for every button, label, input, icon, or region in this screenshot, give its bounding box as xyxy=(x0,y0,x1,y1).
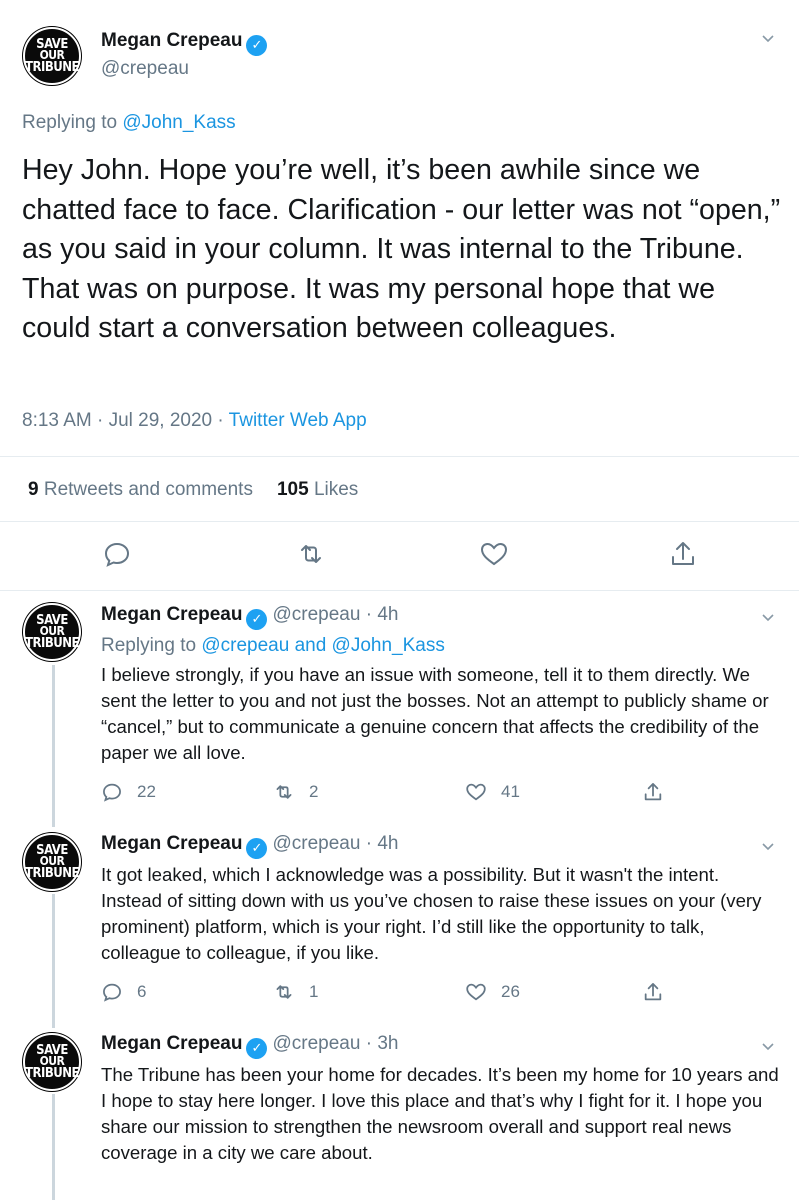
reply-count: 22 xyxy=(137,782,156,801)
retweet-count: 1 xyxy=(309,982,319,1001)
replying-prefix: Replying to xyxy=(101,635,202,656)
tweet-text: It got leaked, which I acknowledge was a… xyxy=(101,864,762,963)
retweet-icon[interactable] xyxy=(296,538,326,570)
retweet-action[interactable]: 1 xyxy=(273,980,318,1004)
likes-stat[interactable]: 105 Likes xyxy=(277,479,358,500)
tweet-text: I believe strongly, if you have an issue… xyxy=(101,664,769,763)
like-action[interactable]: 41 xyxy=(465,780,520,804)
like-action[interactable]: 26 xyxy=(465,980,520,1004)
heart-icon[interactable] xyxy=(479,538,509,570)
reply-action[interactable]: 6 xyxy=(101,980,146,1004)
tweet-header: Megan Crepeau ✓ @crepeau · 4h xyxy=(101,604,398,630)
replying-prefix: Replying to xyxy=(22,112,123,133)
verified-badge-icon: ✓ xyxy=(246,837,268,859)
replying-to: Replying to @crepeau and @John_Kass xyxy=(101,635,445,657)
share-icon xyxy=(644,983,662,1001)
retweet-icon xyxy=(276,785,292,799)
author-name[interactable]: Megan Crepeau ✓ xyxy=(101,30,268,56)
heart-icon xyxy=(466,783,486,801)
likes-label: Likes xyxy=(313,479,359,500)
verified-badge-icon: ✓ xyxy=(246,34,268,56)
avatar-line: TRIBUNE xyxy=(24,865,80,881)
verified-badge-icon: ✓ xyxy=(246,1037,268,1059)
author-name-text[interactable]: Megan Crepeau xyxy=(101,30,242,51)
share-action[interactable] xyxy=(642,980,678,1004)
retweets-stat[interactable]: 9 Retweets and comments xyxy=(28,479,253,500)
retweet-action[interactable]: 2 xyxy=(273,780,318,804)
handle-time[interactable]: @crepeau · 3h xyxy=(272,1033,398,1054)
verified-badge-icon: ✓ xyxy=(246,608,268,630)
replying-to-link[interactable]: @John_Kass xyxy=(122,112,235,133)
author-handle[interactable]: @crepeau xyxy=(101,58,189,80)
tweet-text: Hey John. Hope you’re well, it’s been aw… xyxy=(22,154,781,344)
comment-icon[interactable] xyxy=(102,538,132,570)
tweet-header: Megan Crepeau ✓ @crepeau · 4h xyxy=(101,833,398,859)
thread-connector xyxy=(52,665,55,827)
replying-to: Replying to @John_Kass xyxy=(22,112,236,134)
chevron-down-icon[interactable] xyxy=(761,1040,775,1054)
avatar[interactable]: SAVE OUR TRIBUNE xyxy=(23,1033,81,1091)
chevron-down-icon[interactable] xyxy=(761,32,775,46)
retweet-icon xyxy=(276,985,292,999)
source-link[interactable]: Twitter Web App xyxy=(229,410,367,431)
thread-connector xyxy=(52,894,55,1028)
avatar-line: TRIBUNE xyxy=(24,635,80,651)
avatar-line: TRIBUNE xyxy=(24,1065,80,1081)
tweet-header: Megan Crepeau ✓ @crepeau · 3h xyxy=(101,1033,398,1059)
likes-count: 105 xyxy=(276,479,309,500)
comment-icon xyxy=(103,783,121,802)
thread-connector xyxy=(52,1094,55,1200)
divider xyxy=(0,456,799,457)
retweets-label: Retweets and comments xyxy=(43,479,253,500)
chevron-down-icon[interactable] xyxy=(761,840,775,854)
tweet-text: The Tribune has been your home for decad… xyxy=(101,1064,779,1163)
avatar[interactable]: SAVE OUR TRIBUNE xyxy=(23,27,81,85)
like-count: 41 xyxy=(501,782,520,801)
replying-to-link[interactable]: @crepeau and @John_Kass xyxy=(201,635,445,656)
author-name[interactable]: Megan Crepeau xyxy=(101,833,242,854)
chevron-down-icon[interactable] xyxy=(761,611,775,625)
handle-time[interactable]: @crepeau · 4h xyxy=(272,833,398,854)
heart-icon xyxy=(466,983,486,1001)
tweet-actions: 22 2 41 xyxy=(101,780,681,808)
tweet-actions xyxy=(0,538,799,574)
divider xyxy=(0,521,799,522)
author-name[interactable]: Megan Crepeau xyxy=(101,1033,242,1054)
author-name[interactable]: Megan Crepeau xyxy=(101,604,242,625)
comment-icon xyxy=(103,983,121,1002)
avatar[interactable]: SAVE OUR TRIBUNE xyxy=(23,833,81,891)
share-icon[interactable] xyxy=(668,538,698,570)
reply-action[interactable]: 22 xyxy=(101,780,156,804)
tweet-stats: 9 Retweets and comments 105 Likes xyxy=(28,479,358,501)
retweets-count: 9 xyxy=(28,479,39,500)
timestamp[interactable]: 8:13 AM · Jul 29, 2020 · xyxy=(22,410,229,431)
share-action[interactable] xyxy=(642,780,678,804)
avatar[interactable]: SAVE OUR TRIBUNE xyxy=(23,603,81,661)
retweet-count: 2 xyxy=(309,782,319,801)
handle-time[interactable]: @crepeau · 4h xyxy=(272,604,398,625)
avatar-line: TRIBUNE xyxy=(24,59,80,75)
divider xyxy=(0,590,799,591)
tweet-meta: 8:13 AM · Jul 29, 2020 · Twitter Web App xyxy=(22,410,367,432)
tweet-actions: 6 1 26 xyxy=(101,980,681,1008)
reply-count: 6 xyxy=(137,982,147,1001)
like-count: 26 xyxy=(501,982,520,1001)
share-icon xyxy=(644,783,662,801)
